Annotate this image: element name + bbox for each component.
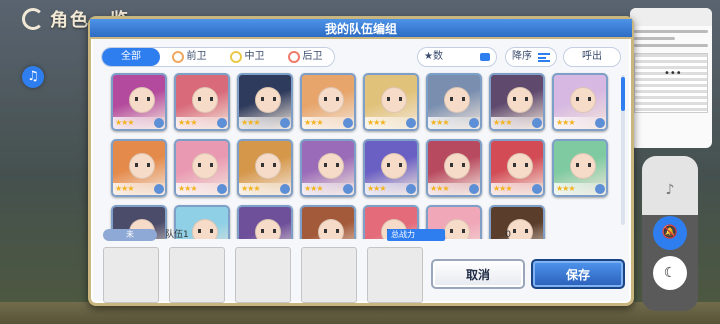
notification-mute-icon[interactable]: 🔕 [653,216,687,250]
team-name: 队伍1 [165,230,189,240]
sort-order-icon [538,53,550,62]
rank-arrow-icon [154,118,164,128]
character-card[interactable]: ★★★ [426,139,482,197]
tab-rear[interactable]: 后卫 [276,48,334,66]
front-position-icon [171,51,184,63]
callout-button[interactable]: 呼出 [563,47,621,67]
tab-all[interactable]: 全部 [102,48,160,66]
character-eyes [261,163,276,167]
character-eyes [387,97,402,101]
rank-arrow-icon [217,118,227,128]
team-slot-5[interactable] [367,247,423,303]
rank-arrow-icon [469,118,479,128]
recent-app-line [634,37,675,40]
rank-arrow-icon [406,184,416,194]
team-slot-4[interactable] [301,247,357,303]
music-note-icon[interactable]: ♫ [22,66,44,88]
character-eyes [198,163,213,167]
team-status-badge: 未 [103,229,157,241]
character-card[interactable]: ★★★ [426,73,482,131]
recent-app-line [634,30,708,33]
rank-arrow-icon [217,184,227,194]
team-slot-1[interactable] [103,247,159,303]
rank-arrow-icon [406,118,416,128]
character-eyes [450,97,465,101]
sort-key-icon [480,53,490,61]
recent-app-line [634,44,708,47]
rank-arrow-icon [532,184,542,194]
character-card[interactable]: ★★★ [174,73,230,131]
rank-arrow-icon [595,184,605,194]
character-card[interactable]: ★★★ [300,139,356,197]
recent-app-thumbnail [634,53,708,113]
rank-arrow-icon [469,184,479,194]
character-card[interactable]: ★★★ [552,139,608,197]
sort-order-label: 降序 [512,51,532,62]
night-mode-icon[interactable]: ☾ [653,256,687,290]
character-card[interactable]: ★★★ [489,139,545,197]
character-eyes [387,163,402,167]
team-edit-dialog: 我的队伍编组 全部 前卫 中卫 后卫 ★数 降序 呼出 ★★★ ★★★ ★★★ ★★★… [88,16,634,306]
tab-rear-label: 后卫 [302,51,323,62]
character-eyes [513,97,528,101]
tab-all-label: 全部 [121,51,141,62]
sort-key-button[interactable]: ★数 [417,47,497,67]
roster-toolbar: 全部 前卫 中卫 后卫 ★数 降序 呼出 [101,47,621,67]
tab-middle-label: 中卫 [244,51,265,62]
team-info-bar: 未 队伍1 [103,229,423,241]
rear-position-icon [287,51,300,63]
character-roster[interactable]: ★★★ ★★★ ★★★ ★★★ ★★★ ★★★ ★★★ ★★★ ★★★ ★★★ ★★★ ★★★ ★★★ ★… [103,71,623,239]
cancel-button[interactable]: 取消 [431,259,525,289]
character-card[interactable]: ★★★ [363,139,419,197]
recent-app-header [630,8,712,26]
dialog-title: 我的队伍编组 [90,19,632,39]
character-card[interactable]: ★★★ [300,73,356,131]
total-power-bar: 总战力 0 [387,229,519,241]
rank-arrow-icon [532,118,542,128]
character-eyes [450,163,465,167]
character-card[interactable]: ★★★ [363,73,419,131]
tab-front-label: 前卫 [186,51,207,62]
total-power-value: 0 [505,230,511,240]
system-side-panel: ••• ♪ 🔕 ☾ [630,8,712,318]
character-eyes [135,97,150,101]
system-controls: ♪ 🔕 ☾ [642,156,698,311]
character-card[interactable]: ★★★ [111,139,167,197]
sort-order-button[interactable]: 降序 [505,47,557,67]
character-eyes [324,163,339,167]
sort-key-label: ★数 [424,51,443,62]
character-eyes [576,97,591,101]
character-eyes [324,97,339,101]
save-button[interactable]: 保存 [531,259,625,289]
character-eyes [261,97,276,101]
swirl-logo-icon [22,8,44,30]
character-card[interactable]: ★★★ [237,73,293,131]
character-eyes [135,163,150,167]
character-card[interactable]: ★★★ [174,139,230,197]
team-slot-2[interactable] [169,247,225,303]
character-eyes [198,97,213,101]
position-filter-tabs: 全部 前卫 中卫 后卫 [101,47,335,67]
rank-arrow-icon [280,118,290,128]
roster-scrollbar-thumb[interactable] [621,77,625,111]
rank-arrow-icon [343,118,353,128]
total-power-label: 总战力 [387,229,445,241]
more-dots-icon[interactable]: ••• [664,68,682,79]
rank-arrow-icon [154,184,164,194]
rank-arrow-icon [343,184,353,194]
character-card[interactable]: ★★★ [237,139,293,197]
tab-front[interactable]: 前卫 [160,48,218,66]
character-card[interactable]: ★★★ [111,73,167,131]
music-note-icon[interactable]: ♪ [642,182,698,198]
tab-middle[interactable]: 中卫 [218,48,276,66]
rank-arrow-icon [280,184,290,194]
middle-position-icon [229,51,242,63]
character-eyes [576,163,591,167]
character-eyes [513,163,528,167]
character-card[interactable]: ★★★ [489,73,545,131]
character-card[interactable]: ★★★ [552,73,608,131]
rank-arrow-icon [595,118,605,128]
team-slot-3[interactable] [235,247,291,303]
callout-label: 呼出 [582,51,602,62]
